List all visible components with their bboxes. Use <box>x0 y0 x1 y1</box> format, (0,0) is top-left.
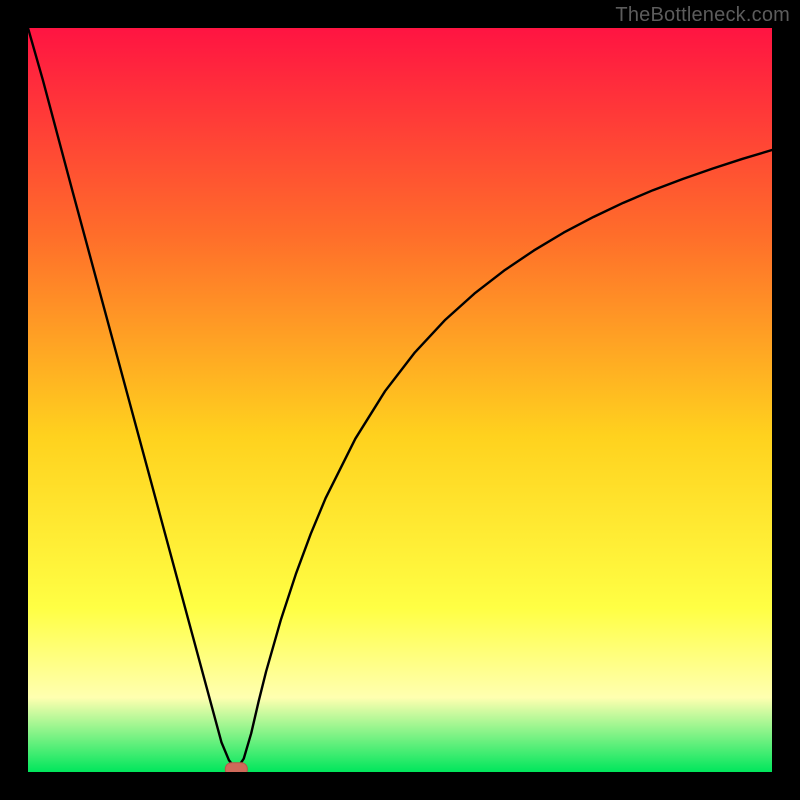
chart-svg <box>28 28 772 772</box>
gradient-background <box>28 28 772 772</box>
watermark-text: TheBottleneck.com <box>615 4 790 27</box>
plot-area <box>28 28 772 772</box>
minimum-marker <box>225 763 247 772</box>
chart-frame: TheBottleneck.com <box>0 0 800 800</box>
